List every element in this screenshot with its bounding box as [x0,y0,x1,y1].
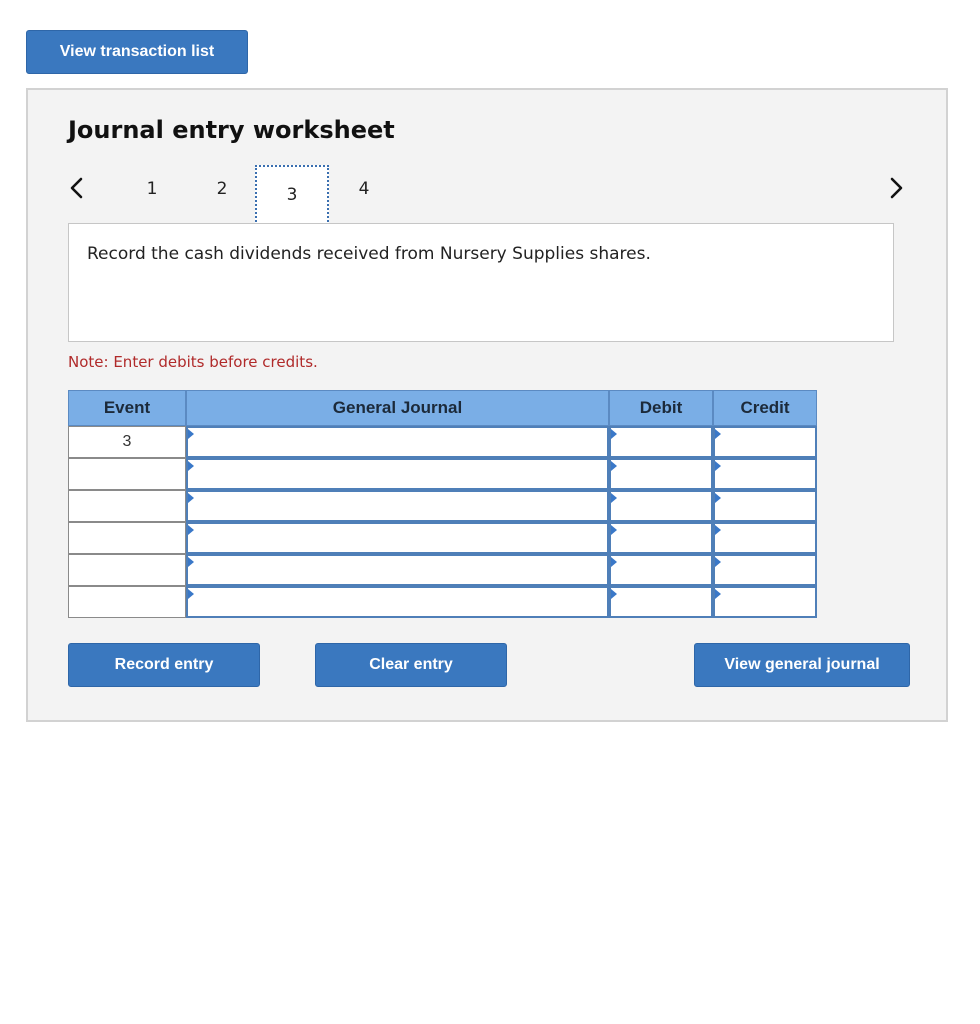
event-cell [68,586,186,618]
entry-note: Note: Enter debits before credits. [68,353,318,371]
chevron-left-icon[interactable] [66,174,90,202]
event-cell [68,458,186,490]
account-input[interactable] [186,586,609,618]
credit-input[interactable] [713,426,817,458]
triangle-marker-icon [715,525,721,535]
table-row [68,554,818,586]
triangle-marker-icon [188,493,194,503]
triangle-marker-icon [715,429,721,439]
record-entry-button[interactable]: Record entry [68,643,260,687]
event-cell: 3 [68,426,186,458]
triangle-marker-icon [611,557,617,567]
column-header-debit: Debit [609,390,713,426]
triangle-marker-icon [611,429,617,439]
debit-input[interactable] [609,586,713,618]
triangle-marker-icon [715,557,721,567]
column-header-credit: Credit [713,390,817,426]
triangle-marker-icon [188,557,194,567]
triangle-marker-icon [188,589,194,599]
account-input[interactable] [186,554,609,586]
debit-input[interactable] [609,554,713,586]
triangle-marker-icon [188,429,194,439]
page-tab-1[interactable]: 1 [132,174,172,204]
triangle-marker-icon [611,493,617,503]
credit-input[interactable] [713,458,817,490]
debit-input[interactable] [609,490,713,522]
account-input[interactable] [186,522,609,554]
triangle-marker-icon [715,589,721,599]
credit-input[interactable] [713,490,817,522]
page-tab-2[interactable]: 2 [202,174,242,204]
event-cell [68,522,186,554]
view-transaction-list-button[interactable]: View transaction list [26,30,248,74]
event-cell [68,490,186,522]
table-row: 3 [68,426,818,458]
triangle-marker-icon [715,493,721,503]
triangle-marker-icon [611,589,617,599]
triangle-marker-icon [611,525,617,535]
debit-input[interactable] [609,426,713,458]
account-input[interactable] [186,426,609,458]
account-input[interactable] [186,490,609,522]
credit-input[interactable] [713,554,817,586]
chevron-right-icon[interactable] [884,174,908,202]
column-header-general-journal: General Journal [186,390,609,426]
table-row [68,490,818,522]
page-tab-3-current[interactable]: 3 [255,165,329,225]
general-journal-table: Event General Journal Debit Credit 3 [68,390,818,621]
transaction-prompt-box: Record the cash dividends received from … [68,223,894,342]
event-cell [68,554,186,586]
worksheet-title: Journal entry worksheet [68,116,395,144]
table-row [68,522,818,554]
debit-input[interactable] [609,522,713,554]
clear-entry-button[interactable]: Clear entry [315,643,507,687]
triangle-marker-icon [188,461,194,471]
credit-input[interactable] [713,586,817,618]
triangle-marker-icon [715,461,721,471]
triangle-marker-icon [188,525,194,535]
triangle-marker-icon [611,461,617,471]
column-header-event: Event [68,390,186,426]
view-general-journal-button[interactable]: View general journal [694,643,910,687]
debit-input[interactable] [609,458,713,490]
table-row [68,586,818,618]
table-row [68,458,818,490]
account-input[interactable] [186,458,609,490]
journal-entry-worksheet-panel: Journal entry worksheet 1 2 3 4 Record t… [26,88,948,722]
page-tab-4[interactable]: 4 [344,174,384,204]
transaction-prompt-text: Record the cash dividends received from … [87,244,651,264]
credit-input[interactable] [713,522,817,554]
